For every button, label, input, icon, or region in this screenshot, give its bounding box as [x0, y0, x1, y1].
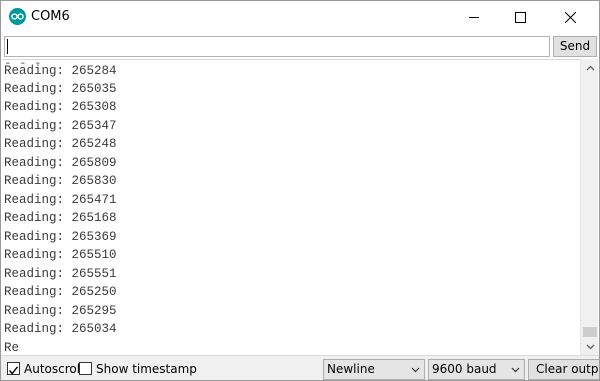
serial-monitor-window: COM6 Send ˍ ˍ ˍ Reading: 265284 Reading:… — [0, 0, 600, 381]
maximize-icon — [514, 11, 526, 23]
output-line: Reading: 265471 — [4, 193, 117, 207]
checkmark-icon — [8, 366, 19, 375]
scroll-up-button[interactable] — [581, 59, 599, 76]
output-line: Reading: 265284 — [4, 64, 117, 78]
output-line: Reading: 265035 — [4, 82, 117, 96]
scroll-down-button[interactable] — [581, 338, 599, 355]
output-line: Reading: 265510 — [4, 248, 117, 262]
chevron-up-icon — [586, 65, 594, 70]
line-ending-value: Newline — [327, 362, 375, 376]
minimize-icon — [468, 16, 479, 18]
maximize-button[interactable] — [497, 1, 543, 33]
timestamp-checkbox[interactable] — [79, 362, 92, 375]
baud-rate-value: 9600 baud — [432, 362, 497, 376]
serial-output[interactable]: ˍ ˍ ˍ Reading: 265284 Reading: 265035 Re… — [2, 59, 580, 355]
output-line: Reading: 265809 — [4, 156, 117, 170]
arduino-infinity-icon — [9, 8, 26, 25]
output-line: Reading: 265830 — [4, 174, 117, 188]
output-line: Reading: 265369 — [4, 230, 117, 244]
vertical-scrollbar[interactable] — [580, 59, 598, 355]
minimize-button[interactable] — [451, 1, 497, 33]
bottom-toolbar: Autoscroll Show timestamp Newline 9600 b… — [1, 355, 599, 380]
send-row: Send — [1, 34, 599, 58]
output-line: Reading: 265347 — [4, 119, 117, 133]
close-button[interactable] — [547, 1, 593, 33]
output-line: Reading: 265250 — [4, 285, 117, 299]
line-ending-select[interactable]: Newline — [323, 359, 425, 380]
clear-output-button[interactable]: Clear output — [528, 359, 599, 380]
output-line: Reading: 265295 — [4, 304, 117, 318]
scroll-thumb[interactable] — [583, 327, 597, 337]
output-line: Reading: 265248 — [4, 137, 117, 151]
send-button[interactable]: Send — [553, 36, 597, 57]
output-line: Reading: 265034 — [4, 322, 117, 336]
output-line: Re — [4, 341, 20, 355]
timestamp-label[interactable]: Show timestamp — [96, 362, 197, 376]
chevron-down-icon — [411, 367, 420, 373]
output-line: Reading: 265308 — [4, 100, 117, 114]
chevron-down-icon — [511, 367, 520, 373]
title-bar: COM6 — [1, 1, 599, 33]
autoscroll-checkbox[interactable] — [7, 362, 20, 375]
window-title: COM6 — [31, 9, 70, 24]
text-caret — [7, 39, 8, 54]
chevron-down-icon — [586, 344, 594, 349]
autoscroll-label[interactable]: Autoscroll — [24, 362, 83, 376]
close-icon — [564, 11, 576, 23]
output-line: Reading: 265551 — [4, 267, 117, 281]
serial-input[interactable] — [4, 36, 550, 57]
baud-rate-select[interactable]: 9600 baud — [428, 359, 525, 380]
output-line: Reading: 265168 — [4, 211, 117, 225]
